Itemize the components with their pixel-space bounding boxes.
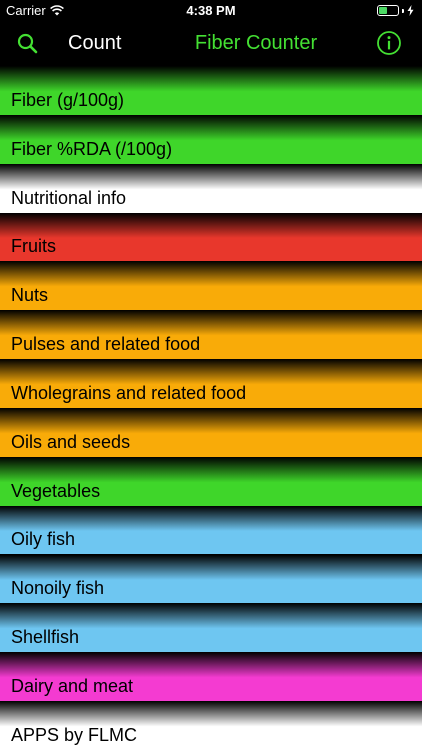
- list-item-label: Shellfish: [11, 627, 80, 648]
- list-item[interactable]: Nutritional info: [0, 163, 422, 213]
- list-item[interactable]: APPS by FLMC: [0, 701, 422, 750]
- list-item-label: Oily fish: [11, 529, 76, 550]
- battery-indicator: [377, 5, 414, 16]
- battery-icon: [377, 5, 399, 16]
- navigation-bar: Count Fiber Counter: [0, 22, 422, 66]
- nav-title-wrap: Fiber Counter: [0, 22, 422, 66]
- list-item[interactable]: Dairy and meat: [0, 652, 422, 702]
- list-item[interactable]: Nonoily fish: [0, 554, 422, 604]
- status-time: 4:38 PM: [186, 3, 236, 18]
- list-item[interactable]: Oils and seeds: [0, 407, 422, 457]
- list-item-label: Nutritional info: [11, 187, 127, 208]
- list-item-label: Fruits: [11, 236, 56, 257]
- list-item-label: APPS by FLMC: [11, 724, 138, 745]
- list-item-label: Fiber %RDA (/100g): [11, 138, 173, 159]
- info-icon[interactable]: [376, 30, 402, 56]
- charging-bolt-icon: [407, 5, 414, 16]
- list-item-label: Nuts: [11, 285, 49, 306]
- list-item-label: Dairy and meat: [11, 676, 134, 697]
- list-item[interactable]: Pulses and related food: [0, 310, 422, 360]
- category-list: Fiber (g/100g) Fiber %RDA (/100g) Nutritio…: [0, 66, 422, 750]
- list-item[interactable]: Nuts: [0, 261, 422, 311]
- list-item[interactable]: Oily fish: [0, 505, 422, 555]
- list-item-label: Nonoily fish: [11, 578, 105, 599]
- list-item[interactable]: Shellfish: [0, 603, 422, 653]
- page-title: Fiber Counter: [194, 32, 318, 54]
- list-item-label: Wholegrains and related food: [11, 382, 247, 403]
- status-bar: Carrier 4:38 PM: [0, 0, 422, 22]
- list-item-label: Oils and seeds: [11, 431, 131, 452]
- list-item[interactable]: Fruits: [0, 212, 422, 262]
- list-item[interactable]: Wholegrains and related food: [0, 359, 422, 408]
- list-item[interactable]: Fiber (g/100g): [0, 66, 422, 115]
- list-item-label: Pulses and related food: [11, 334, 201, 355]
- list-item[interactable]: Fiber %RDA (/100g): [0, 114, 422, 164]
- battery-level-fill: [379, 7, 387, 14]
- list-item-label: Vegetables: [11, 480, 101, 501]
- list-item-label: Fiber (g/100g): [11, 89, 125, 110]
- list-item[interactable]: Vegetables: [0, 456, 422, 506]
- battery-tip: [402, 8, 404, 13]
